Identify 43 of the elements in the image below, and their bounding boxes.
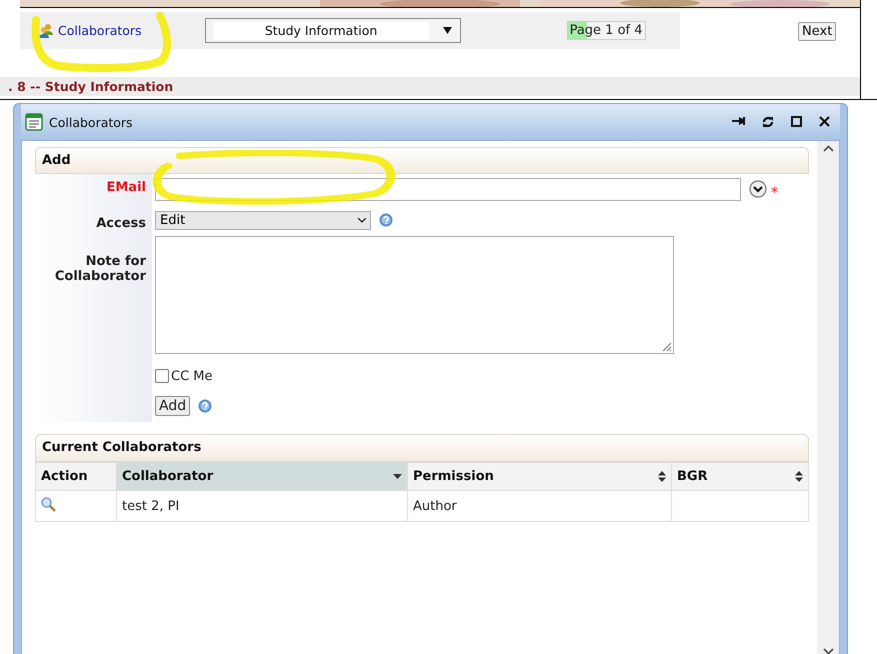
field-label: Note for Collaborator <box>54 254 146 284</box>
field-label: Access <box>96 216 146 231</box>
next-button[interactable]: Next <box>798 22 836 41</box>
column-header: Action <box>36 462 116 490</box>
scroll-down-icon[interactable] <box>822 648 834 654</box>
sort-icon <box>795 471 803 482</box>
note-field[interactable] <box>155 236 674 354</box>
window-title: Collaborators <box>49 114 134 130</box>
form-icon <box>25 113 43 131</box>
sort-down-icon <box>393 474 402 479</box>
section-dropdown[interactable]: Study Information <box>204 18 461 43</box>
section-heading: . 8 -- Study Information <box>0 77 860 96</box>
refresh-icon[interactable] <box>762 116 774 128</box>
table-cell: Author <box>408 490 672 522</box>
caret-icon <box>442 27 452 34</box>
help-icon[interactable] <box>198 399 212 413</box>
required-mark: * <box>771 185 778 201</box>
add-button[interactable]: Add <box>155 396 190 416</box>
close-icon[interactable] <box>819 116 830 127</box>
collaborators-link[interactable]: Collaborators <box>38 22 142 38</box>
table-cell: test 2, PI <box>116 490 408 522</box>
email-field[interactable] <box>155 178 741 200</box>
section-header: Add <box>35 147 809 174</box>
sort-icon <box>658 471 666 482</box>
scrollbar[interactable] <box>817 141 839 654</box>
section-header: Current Collaborators <box>35 434 809 462</box>
people-icon <box>38 22 54 38</box>
column-header[interactable]: Collaborator <box>116 462 408 490</box>
page-indicator: Page 1 of 4 <box>566 21 646 40</box>
checkbox[interactable] <box>155 369 169 383</box>
access-dropdown[interactable]: Edit <box>155 210 371 230</box>
resize-grip-icon[interactable] <box>660 340 672 352</box>
maximize-icon[interactable] <box>791 116 802 127</box>
scroll-up-icon[interactable] <box>822 145 834 152</box>
checkbox-label[interactable]: CC Me <box>171 368 213 384</box>
field-label: EMail <box>106 180 146 195</box>
chevron-icon <box>358 218 366 222</box>
search-icon[interactable] <box>41 496 56 512</box>
help-icon[interactable] <box>379 213 393 227</box>
chevron-circle-icon[interactable] <box>749 180 767 198</box>
pin-icon[interactable] <box>732 116 745 126</box>
column-header[interactable]: BGR <box>672 462 808 490</box>
column-header[interactable]: Permission <box>408 462 672 490</box>
